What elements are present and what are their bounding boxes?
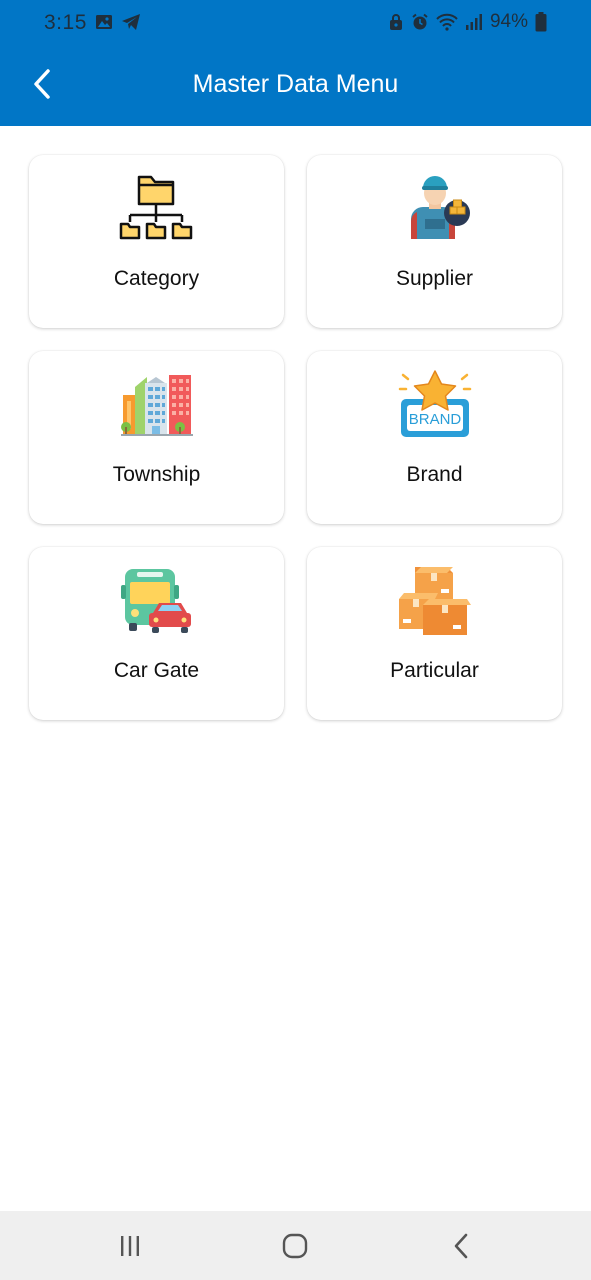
- system-navigation-bar: [0, 1211, 591, 1280]
- supplier-person-icon: [410, 176, 470, 239]
- menu-card-supplier[interactable]: Supplier: [307, 155, 562, 328]
- toolbar: Master Data Menu: [0, 50, 591, 118]
- home-button[interactable]: [275, 1229, 315, 1263]
- alarm-icon: [412, 13, 428, 30]
- home-icon: [282, 1233, 308, 1259]
- image-icon: [96, 15, 112, 29]
- menu-card-label: Township: [112, 463, 201, 486]
- wifi-icon: [436, 13, 458, 31]
- buildings-icon: [120, 375, 193, 436]
- bus-car-icon: [120, 569, 191, 633]
- recent-apps-icon: [121, 1236, 139, 1256]
- app-screen: 3:15 94% Master Data Menu Category Suppl…: [0, 0, 591, 1280]
- brand-star-icon: BRAND: [398, 370, 471, 437]
- menu-card-car-gate[interactable]: Car Gate: [29, 547, 284, 720]
- menu-card-label: Particular: [390, 659, 479, 682]
- svg-text:BRAND: BRAND: [408, 411, 461, 428]
- recent-apps-button[interactable]: [110, 1229, 150, 1263]
- app-header: 3:15 94% Master Data Menu: [0, 0, 591, 126]
- menu-card-brand[interactable]: BRAND Brand: [307, 351, 562, 524]
- menu-card-particular[interactable]: Particular: [307, 547, 562, 720]
- menu-card-label: Brand: [406, 463, 463, 486]
- status-bar: 3:15 94%: [0, 0, 591, 46]
- status-time: 3:15: [44, 11, 87, 34]
- telegram-icon: [122, 14, 140, 30]
- battery-icon: [535, 12, 547, 32]
- menu-card-label: Category: [113, 267, 200, 290]
- lock-icon: [389, 14, 402, 30]
- page-title: Master Data Menu: [192, 70, 399, 98]
- boxes-icon: [398, 567, 471, 635]
- battery-percent: 94%: [489, 11, 528, 32]
- folder-tree-icon: [119, 175, 192, 240]
- master-data-menu-grid: Category Supplier Township BRAND Brand C…: [29, 155, 563, 720]
- menu-card-category[interactable]: Category: [29, 155, 284, 328]
- menu-card-township[interactable]: Township: [29, 351, 284, 524]
- menu-card-label: Car Gate: [113, 659, 200, 682]
- back-icon: [454, 1233, 468, 1259]
- system-back-button[interactable]: [441, 1229, 481, 1263]
- menu-card-label: Supplier: [395, 267, 474, 290]
- signal-icon: [465, 14, 482, 30]
